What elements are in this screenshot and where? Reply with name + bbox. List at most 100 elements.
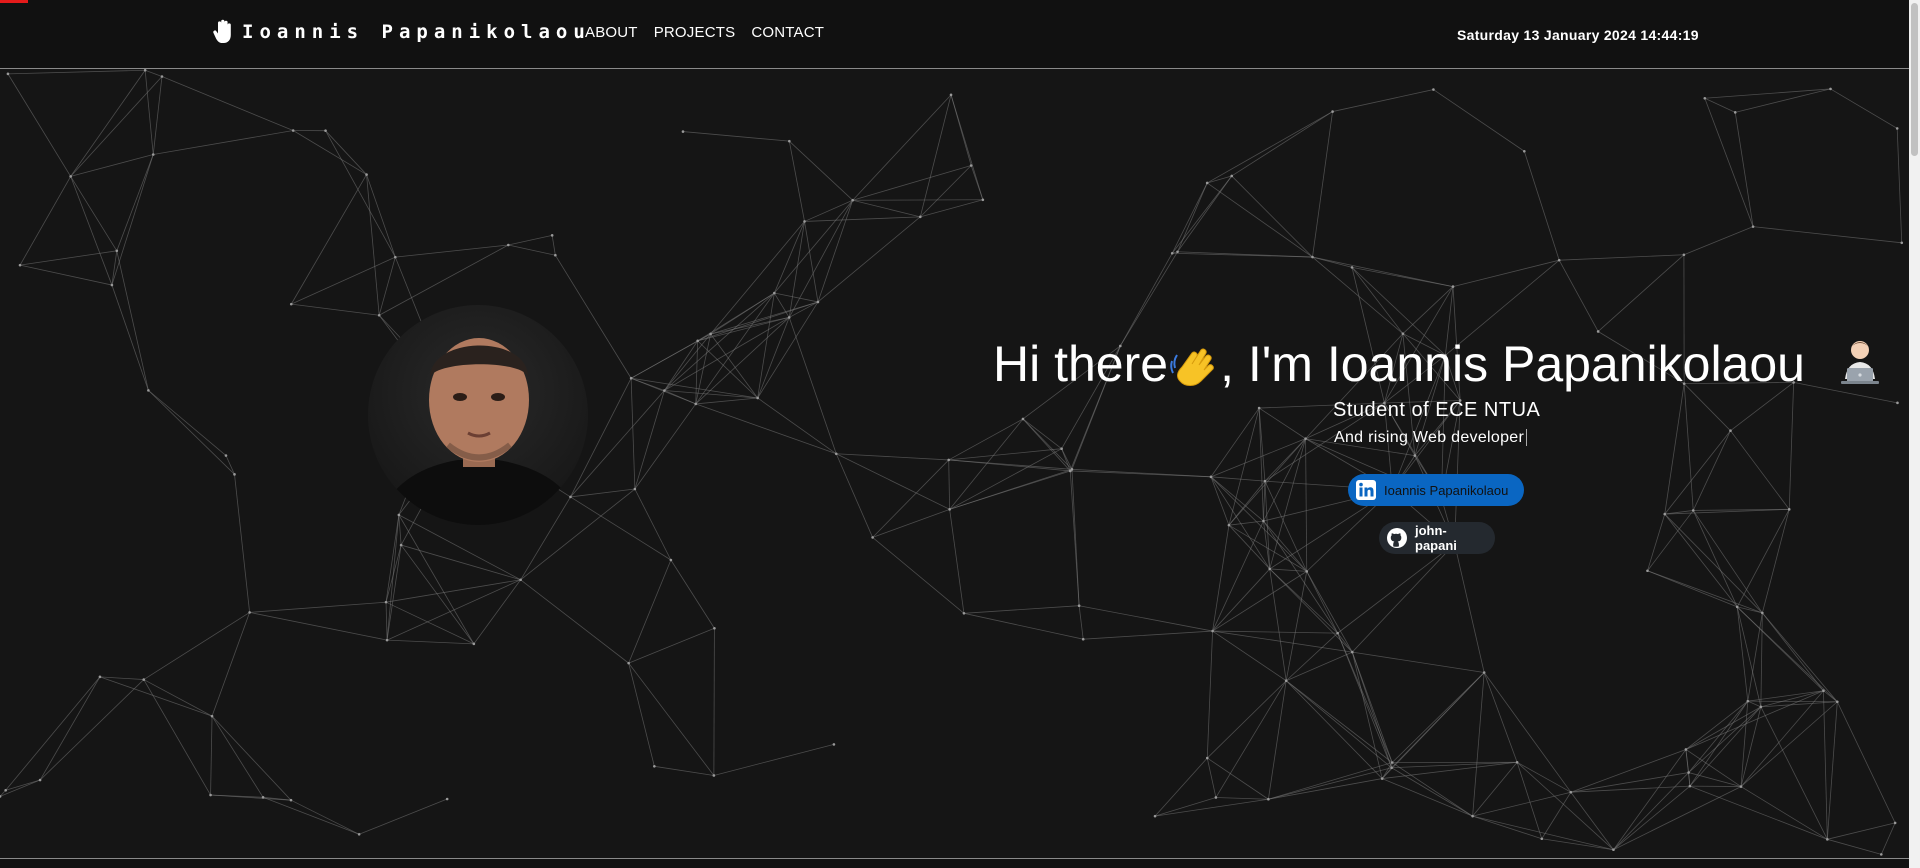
network-node (1205, 756, 1209, 760)
network-link (148, 390, 235, 475)
network-link (290, 174, 367, 305)
network-link (695, 397, 758, 405)
network-link (757, 317, 790, 399)
network-node (115, 249, 119, 253)
network-link (401, 544, 521, 581)
network-link (1264, 481, 1271, 569)
network-node (1209, 475, 1213, 479)
network-link (1454, 543, 1485, 673)
profile-photo (368, 305, 588, 525)
network-node (1895, 127, 1899, 130)
network-link (1704, 98, 1754, 227)
network-node (653, 764, 656, 768)
network-link (395, 244, 509, 258)
network-link (387, 639, 474, 645)
network-link (872, 459, 949, 538)
network-link (70, 176, 113, 286)
nav-about[interactable]: ABOUT (585, 24, 638, 41)
network-link (1210, 407, 1260, 478)
network-link (1263, 520, 1338, 634)
network-node (1211, 629, 1214, 633)
network-link (1263, 481, 1266, 522)
network-link (872, 508, 950, 538)
network-node (324, 129, 327, 132)
network-node (98, 675, 102, 679)
network-link (1747, 700, 1762, 708)
network-link (1231, 175, 1313, 258)
network-link (1472, 762, 1518, 817)
network-link (1762, 612, 1838, 703)
network-link (1880, 822, 1896, 855)
network-node (962, 612, 966, 615)
brand-name: Ioannis Papanikolaou (242, 21, 591, 43)
network-node (969, 164, 973, 167)
network-node (393, 255, 397, 259)
network-node (629, 376, 633, 380)
scrollbar-thumb[interactable] (1911, 3, 1918, 156)
waving-hand-icon (1168, 337, 1220, 399)
network-link (1685, 706, 1762, 750)
network-link (1258, 408, 1264, 522)
network-link (161, 76, 294, 131)
network-link (1268, 762, 1393, 800)
network-node (947, 458, 951, 462)
network-link (948, 459, 951, 510)
network-link (1306, 571, 1338, 634)
network-node (1268, 567, 1272, 571)
network-link (1762, 612, 1824, 691)
network-link (570, 488, 635, 498)
network-node (981, 198, 985, 202)
network-node (142, 678, 146, 681)
network-link (628, 663, 655, 767)
network-link (143, 612, 250, 680)
vertical-scrollbar[interactable] (1909, 0, 1920, 868)
network-link (1267, 680, 1287, 800)
network-link (1688, 700, 1749, 773)
network-node (1735, 605, 1739, 609)
network-node (1304, 437, 1307, 440)
network-link (398, 514, 521, 581)
network-node (143, 69, 147, 72)
network-node (1214, 796, 1218, 799)
network-node (1836, 700, 1839, 704)
network-link (1613, 749, 1687, 850)
network-link (1647, 513, 1666, 571)
network-node (773, 291, 776, 295)
network-node (627, 661, 630, 665)
network-link (1305, 438, 1308, 572)
network-link (7, 69, 146, 75)
network-node (1687, 771, 1690, 774)
nav-contact[interactable]: CONTACT (751, 24, 824, 41)
network-link (1306, 571, 1353, 653)
network-link (385, 579, 521, 603)
network-node (291, 129, 295, 132)
network-link (325, 130, 396, 258)
network-link (1061, 448, 1073, 470)
network-node (365, 173, 368, 176)
network-link (211, 715, 264, 798)
network-link (70, 76, 163, 177)
network-link (385, 514, 400, 603)
network-node (1703, 96, 1707, 100)
network-link (1827, 822, 1896, 840)
network-link (111, 250, 118, 286)
network-link (1079, 605, 1213, 632)
nav-projects[interactable]: PROJECTS (654, 24, 736, 41)
network-node (1482, 671, 1486, 674)
network-link (385, 601, 475, 645)
network-node (1311, 255, 1314, 259)
hero-section: Hi there , I'm Ioannis Papanikolaou Stud… (0, 69, 1909, 859)
brand[interactable]: Ioannis Papanikolaou (212, 19, 591, 45)
github-badge[interactable]: john-papani (1379, 522, 1495, 554)
network-link (1740, 701, 1838, 787)
linkedin-badge[interactable]: Ioannis Papanikolaou (1348, 474, 1524, 506)
network-link (1541, 791, 1572, 839)
network-link (70, 70, 146, 177)
network-link (249, 612, 388, 641)
network-link (1382, 778, 1473, 817)
network-link (697, 340, 758, 399)
network-node (1612, 848, 1615, 852)
network-node (1380, 777, 1384, 780)
network-link (1683, 383, 1694, 511)
network-node (1153, 814, 1157, 818)
